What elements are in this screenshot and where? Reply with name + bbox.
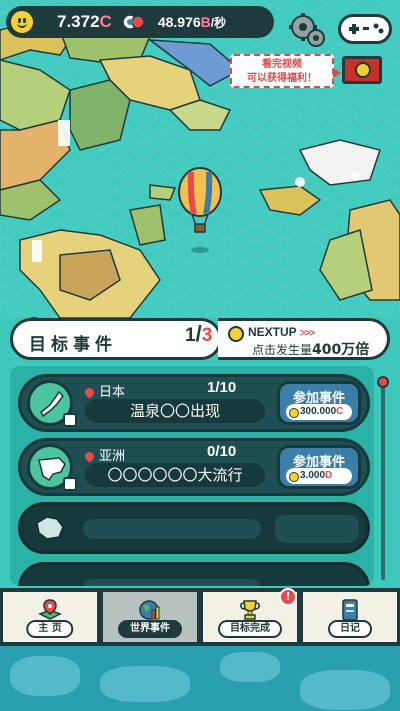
globe-chart-icon	[139, 600, 160, 620]
goal-title: 目标事件	[29, 335, 117, 355]
timer-icon	[63, 413, 77, 427]
join-event-button[interactable]: 参加事件 3.000D	[277, 445, 361, 489]
scrollbar-thumb[interactable]	[377, 376, 389, 388]
next-up-strip: NEXTUP >>> 点击发生量400万倍	[218, 318, 390, 360]
locked-event-card	[18, 502, 370, 554]
event-region: 日本	[83, 381, 125, 400]
currency-bar: 7.372C 48.976B/秒	[6, 6, 274, 38]
event-count: 1/10	[207, 379, 237, 396]
ad-bubble-line1: 看完视频	[262, 59, 302, 70]
event-count: 0/10	[207, 443, 237, 460]
settings-gear-icon[interactable]	[286, 10, 328, 52]
event-card-asia[interactable]: 亚洲 0/10 〇〇〇〇〇〇大流行 参加事件 3.000D	[18, 438, 370, 496]
australia-map-icon	[36, 516, 64, 540]
coin-icon	[228, 326, 244, 342]
nav-world-events[interactable]: 世界事件	[101, 590, 199, 644]
ad-bubble-line2: 可以获得福利！	[247, 73, 317, 84]
join-event-button[interactable]: 参加事件 300.000C	[277, 381, 361, 425]
nav-diary-label: 日记	[328, 620, 372, 638]
nav-home-label: 主 页	[26, 620, 74, 638]
production-rate-icon	[122, 14, 145, 30]
mini-map-strip	[0, 646, 400, 711]
locked-event-card	[18, 562, 370, 586]
next-up-label: NEXTUP >>>	[248, 325, 315, 339]
nav-goal-complete[interactable]: 目标完成 !	[201, 588, 299, 644]
scrollbar-track[interactable]	[381, 380, 385, 580]
goal-progress: 1/3	[185, 321, 213, 346]
gamepad-button[interactable]	[338, 14, 392, 44]
diary-book-icon	[342, 599, 358, 621]
bottom-nav: 主 页 世界事件 目标完成 ! 日记	[0, 588, 400, 646]
nav-diary[interactable]: 日记	[301, 590, 399, 644]
hot-air-balloon-icon[interactable]	[176, 166, 224, 256]
event-name: 温泉〇〇出现	[85, 399, 265, 423]
location-pin-icon	[83, 450, 96, 463]
production-rate: 48.976B/秒	[157, 13, 227, 30]
nav-goal-complete-label: 目标完成	[218, 620, 282, 638]
event-region: 亚洲	[83, 445, 125, 464]
join-cost: 300.000C	[286, 404, 352, 420]
world-map[interactable]	[0, 0, 400, 318]
smiley-coin-icon	[9, 9, 35, 35]
nav-home[interactable]: 主 页	[1, 590, 99, 644]
map-pin-icon	[38, 599, 62, 620]
location-pin-icon	[83, 386, 96, 399]
event-list[interactable]: 日本 1/10 温泉〇〇出现 参加事件 300.000C 亚洲 0/10 〇〇〇…	[10, 366, 374, 586]
video-reward-tv-icon[interactable]	[342, 56, 382, 84]
alert-badge: !	[279, 588, 297, 606]
timer-icon	[63, 477, 77, 491]
continents-illustration	[0, 19, 400, 318]
coins-counter: 7.372C	[57, 12, 112, 31]
join-cost: 3.000D	[286, 468, 352, 484]
event-name: 〇〇〇〇〇〇大流行	[85, 463, 265, 487]
trophy-icon	[240, 600, 260, 620]
watch-video-bubble[interactable]: 看完视频 可以获得福利！	[230, 54, 341, 88]
goal-events-strip[interactable]: 目标事件 1/3	[10, 318, 222, 360]
nav-world-events-label: 世界事件	[118, 620, 182, 638]
event-card-japan[interactable]: 日本 1/10 温泉〇〇出现 参加事件 300.000C	[18, 374, 370, 432]
gamepad-icon	[349, 23, 384, 34]
next-up-description: 点击发生量400万倍	[252, 342, 370, 358]
